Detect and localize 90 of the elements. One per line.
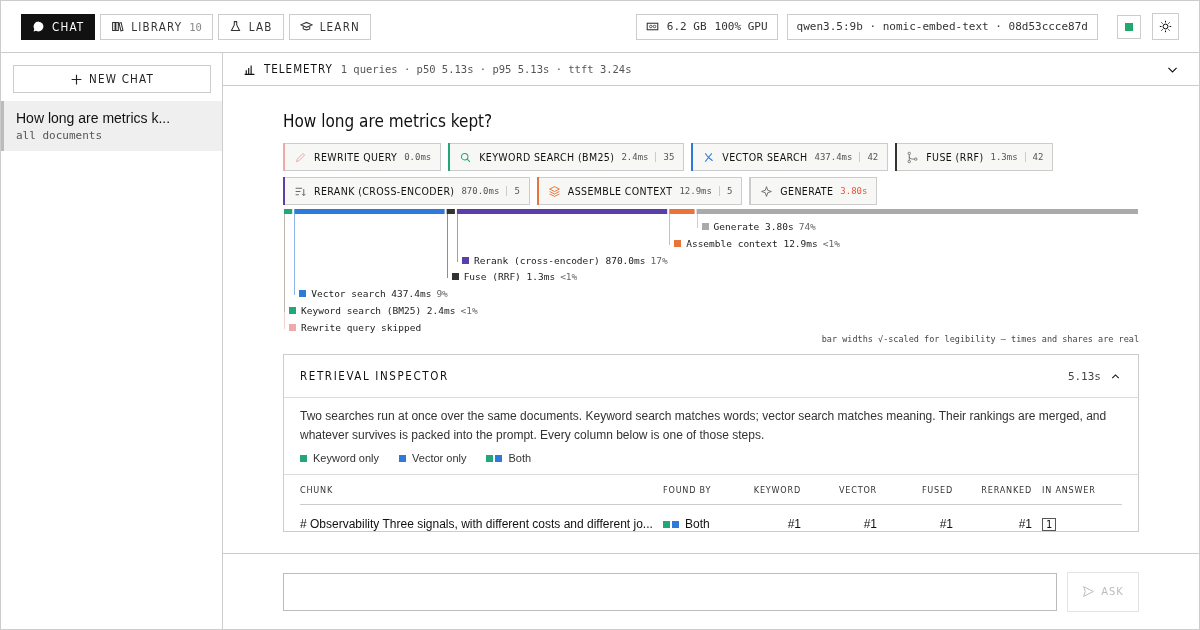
scale-note: bar widths √-scaled for legibility — times and shares are real bbox=[821, 334, 1139, 344]
stage-count: 35 bbox=[655, 152, 675, 162]
inspector-time: 5.13s bbox=[1067, 369, 1101, 383]
chunk-cell-text: # Observability Three signals, with different costs and different jo... bbox=[300, 517, 654, 531]
graduation-cap-icon bbox=[299, 20, 313, 33]
pencil-icon bbox=[294, 150, 307, 164]
bar-chart-icon bbox=[243, 62, 256, 76]
timeline-label: Keyword search (BM25) 2.4ms bbox=[301, 305, 456, 316]
stage-time: 870.0ms bbox=[461, 186, 500, 196]
telemetry-bar[interactable]: TELEMETRY 1 queries · p50 5.13s · p95 5.13s · ttft 3.24s bbox=[223, 53, 1199, 86]
stage-chip[interactable]: RERANK (CROSS-ENCODER) 870.0ms 5 bbox=[283, 177, 530, 205]
legend-item: Both bbox=[486, 452, 532, 464]
timeline-label: Fuse (RRF) 1.3ms bbox=[463, 271, 556, 283]
nav-tab[interactable]: LAB bbox=[217, 13, 284, 40]
nav-tab[interactable]: LEARN bbox=[288, 13, 371, 40]
stage-count: 5 bbox=[506, 186, 520, 196]
timeline-share: <1% bbox=[822, 237, 840, 249]
search-icon bbox=[459, 150, 473, 164]
theme-toggle[interactable] bbox=[1152, 13, 1179, 40]
column-header: KEYWORD bbox=[752, 484, 801, 495]
legend-item: Keyword only bbox=[300, 452, 380, 464]
stage-count: 42 bbox=[859, 152, 879, 162]
timeline-label: Assemble context 12.9ms bbox=[686, 237, 818, 249]
sun-icon bbox=[1159, 20, 1172, 33]
column-header: VECTOR bbox=[837, 484, 877, 495]
found-by-cell: Both bbox=[663, 517, 731, 531]
timeline-share: <1% bbox=[460, 305, 478, 316]
stage-chip[interactable]: GENERATE 3.80s bbox=[749, 177, 878, 205]
timeline-label: Vector search 437.4ms bbox=[311, 288, 432, 300]
column-header: IN ANSWER bbox=[1041, 484, 1097, 495]
status-button[interactable] bbox=[1117, 14, 1141, 39]
rank-cell-text: #1 bbox=[862, 517, 877, 531]
books-icon bbox=[111, 20, 125, 33]
nav-tab[interactable]: LIBRARY 10 bbox=[100, 13, 213, 40]
stage-label: VECTOR SEARCH bbox=[722, 151, 808, 163]
chat-item[interactable]: How long are metrics k... all documents bbox=[1, 101, 222, 151]
stage-label: ASSEMBLE CONTEXT bbox=[567, 185, 673, 197]
stage-time: 3.80s bbox=[840, 186, 868, 196]
question-heading: How long are metrics kept? bbox=[283, 111, 494, 131]
merge-icon bbox=[906, 150, 920, 164]
legend-item: Vector only bbox=[399, 452, 467, 464]
flask-icon bbox=[228, 20, 242, 33]
stage-chip[interactable]: ASSEMBLE CONTEXT 12.9ms 5 bbox=[536, 177, 743, 205]
timeline-label: Rewrite query skipped bbox=[301, 321, 422, 333]
stage-chip[interactable]: VECTOR SEARCH 437.4ms 42 bbox=[691, 143, 889, 171]
timeline-label: Rerank (cross-encoder) 870.0ms bbox=[473, 254, 646, 266]
inspector-title: RETRIEVAL INSPECTOR bbox=[300, 369, 450, 383]
scatter-icon bbox=[702, 150, 716, 164]
new-chat-button[interactable]: NEW CHAT bbox=[13, 65, 211, 93]
stage-label: KEYWORD SEARCH (BM25) bbox=[479, 151, 615, 163]
stage-time: 2.4ms bbox=[621, 152, 649, 162]
sparkle-icon bbox=[760, 184, 774, 198]
stage-count: 5 bbox=[718, 186, 733, 196]
answer-citation: 1 bbox=[1042, 518, 1057, 531]
inspector-header[interactable]: RETRIEVAL INSPECTOR 5.13s bbox=[284, 355, 1138, 398]
stage-label: FUSE (RRF) bbox=[926, 151, 984, 163]
stage-chip[interactable]: REWRITE QUERY 0.0ms bbox=[283, 143, 442, 171]
column-header: CHUNK bbox=[300, 484, 335, 495]
chat-bubble-icon bbox=[32, 20, 45, 33]
stage-label: REWRITE QUERY bbox=[314, 151, 398, 163]
timeline-share: 17% bbox=[650, 254, 668, 266]
stage-chip[interactable]: FUSE (RRF) 1.3ms 42 bbox=[895, 143, 1054, 171]
rank-cell-text: #1 bbox=[786, 517, 801, 531]
stage-count: 42 bbox=[1024, 152, 1044, 162]
column-header: RERANKED bbox=[980, 484, 1032, 495]
stage-chip[interactable]: KEYWORD SEARCH (BM25) 2.4ms 35 bbox=[448, 143, 685, 171]
timeline-label: Generate 3.80s bbox=[713, 221, 794, 232]
stage-label: GENERATE bbox=[780, 185, 834, 197]
column-header: FOUND BY bbox=[663, 484, 713, 495]
timeline-share: 74% bbox=[798, 221, 816, 232]
layers-icon bbox=[547, 184, 561, 198]
inspector-description: Two searches run at once over the same documents. Keyword search matches words; vector search matches meaning. Their rankings are merged, and whatever survives is packed into the prompt. Every column below is one of those steps. bbox=[300, 408, 1108, 444]
rank-cell-text: #1 bbox=[1017, 517, 1032, 531]
timeline-share: 9% bbox=[436, 288, 448, 300]
rank-cell-text: #1 bbox=[938, 517, 953, 531]
timeline-share: <1% bbox=[560, 271, 578, 283]
gpu-memory-badge: 6.2 GB 100% GPU bbox=[635, 13, 778, 40]
stage-time: 1.3ms bbox=[990, 152, 1018, 162]
plus-icon bbox=[70, 72, 84, 86]
telemetry-summary: 1 queries · p50 5.13s · p95 5.13s · ttft 3.24s bbox=[340, 63, 632, 75]
column-header: FUSED bbox=[920, 484, 953, 495]
model-info: qwen3.5:9b · nomic-embed-text · 08d53ccce87d bbox=[786, 13, 1098, 40]
stage-time: 0.0ms bbox=[404, 152, 432, 162]
telemetry-label: TELEMETRY bbox=[264, 62, 333, 76]
send-icon bbox=[1082, 585, 1096, 598]
nav-tab[interactable]: CHAT bbox=[21, 13, 96, 40]
stage-time: 12.9ms bbox=[679, 186, 712, 196]
gpu-card-icon bbox=[645, 20, 659, 33]
stage-time: 437.4ms bbox=[814, 152, 853, 162]
stage-label: RERANK (CROSS-ENCODER) bbox=[314, 185, 455, 197]
